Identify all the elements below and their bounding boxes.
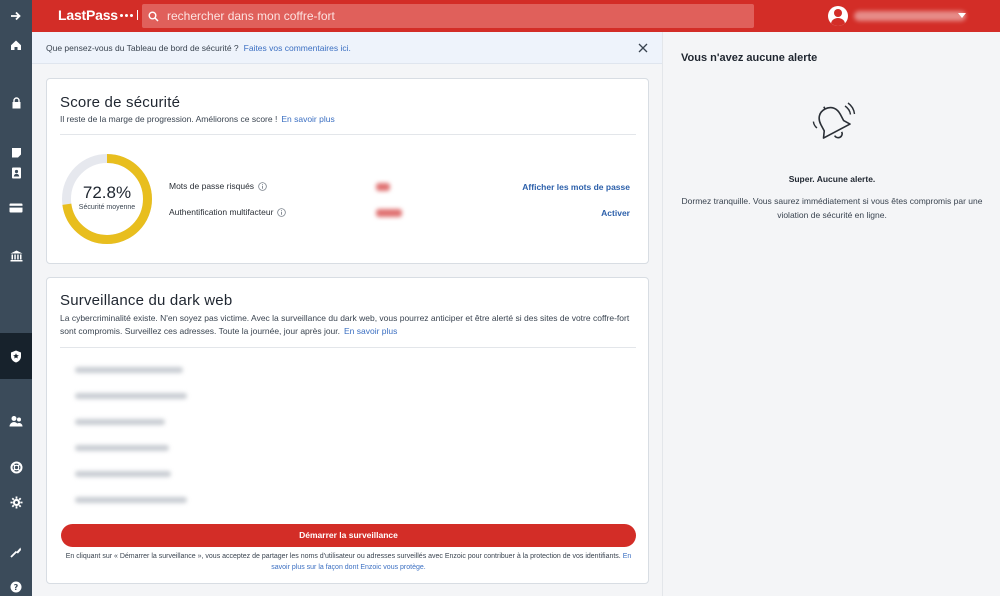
divider	[60, 347, 636, 348]
dark-web-description: La cybercriminalité existe. N'en soyez p…	[60, 312, 640, 338]
security-dashboard-icon	[11, 350, 21, 362]
search-input[interactable]	[167, 9, 727, 23]
help-icon	[10, 461, 22, 473]
info-icon[interactable]	[277, 207, 287, 217]
feedback-banner: Que pensez-vous du Tableau de bord de sé…	[32, 32, 662, 64]
avatar[interactable]	[828, 6, 848, 26]
search-bar[interactable]	[142, 4, 754, 28]
chevron-down-icon[interactable]	[958, 13, 966, 18]
dark-web-learn-more-link[interactable]: En savoir plus	[344, 326, 397, 336]
security-score-card: Score de sécurité Il reste de la marge d…	[46, 78, 649, 264]
top-bar: LastPass	[0, 0, 1000, 32]
sharing-icon	[9, 416, 23, 427]
sidebar-item-payment-cards[interactable]	[0, 195, 32, 221]
sidebar-item-bank-accounts[interactable]	[0, 243, 32, 269]
divider	[60, 134, 636, 135]
logo-dots-icon	[119, 10, 139, 20]
sidebar-item-sharing-center[interactable]	[0, 408, 32, 434]
brand-name: LastPass	[58, 7, 118, 23]
security-score-value: 72.8%	[82, 183, 132, 202]
sidebar-item-addresses[interactable]	[0, 160, 32, 186]
tools-icon	[10, 547, 21, 558]
monitored-email-redacted	[75, 419, 165, 425]
sidebar-item-passwords[interactable]	[0, 90, 32, 116]
lastpass-logo[interactable]: LastPass	[58, 7, 139, 23]
alerts-panel: Vous n'avez aucune alerte Super. Aucune …	[662, 32, 1000, 596]
address-icon	[11, 167, 21, 179]
sidebar-item-advanced-options[interactable]	[0, 539, 32, 565]
security-score-caption: Sécurité moyenne	[78, 204, 136, 211]
sidebar: ?	[0, 32, 32, 596]
alerts-title: Vous n'avez aucune alerte	[681, 52, 818, 64]
monitored-email-redacted	[75, 497, 187, 503]
monitoring-legal-notice: En cliquant sur « Démarrer la surveillan…	[61, 551, 636, 573]
search-icon	[148, 11, 159, 22]
close-icon[interactable]	[638, 43, 648, 53]
sidebar-item-help[interactable]: ?	[0, 574, 32, 596]
activate-mfa-link[interactable]: Activer	[601, 208, 630, 218]
user-email-redacted	[854, 11, 966, 21]
security-score-title: Score de sécurité	[60, 94, 181, 111]
note-icon	[11, 147, 21, 157]
main-content: Que pensez-vous du Tableau de bord de sé…	[32, 32, 662, 596]
monitored-email-redacted	[75, 445, 169, 451]
risky-passwords-label: Mots de passe risqués	[169, 181, 267, 191]
sidebar-item-security-dashboard[interactable]	[0, 333, 32, 379]
risky-passwords-text: Mots de passe risqués	[169, 181, 255, 191]
card-icon	[9, 203, 23, 213]
bank-icon	[10, 250, 22, 262]
feedback-link[interactable]: Faites vos commentaires ici.	[244, 43, 351, 53]
monitored-email-redacted	[75, 393, 187, 399]
mfa-text: Authentification multifacteur	[169, 207, 274, 217]
show-passwords-link[interactable]: Afficher les mots de passe	[522, 182, 630, 192]
svg-text:?: ?	[14, 583, 19, 592]
no-alerts-text: Dormez tranquille. Vous saurez immédiate…	[681, 196, 983, 220]
lock-icon	[12, 97, 20, 109]
dark-web-monitoring-card: Surveillance du dark web La cybercrimina…	[46, 277, 649, 584]
home-icon	[11, 40, 21, 50]
sidebar-item-emergency-access[interactable]	[0, 454, 32, 480]
no-alerts-headline: Super. Aucune alerte.	[788, 174, 876, 184]
monitored-email-redacted	[75, 471, 171, 477]
mfa-label: Authentification multifacteur	[169, 207, 287, 217]
collapse-menu-button[interactable]	[0, 0, 32, 32]
legal-text: En cliquant sur « Démarrer la surveillan…	[65, 553, 621, 560]
arrow-right-icon	[11, 11, 21, 21]
mfa-value-redacted	[376, 209, 402, 217]
sidebar-item-account-settings[interactable]	[0, 489, 32, 515]
start-monitoring-button[interactable]: Démarrer la surveillance	[61, 524, 636, 547]
security-score-subtitle: Il reste de la marge de progression. Amé…	[60, 113, 335, 126]
risky-passwords-value-redacted	[376, 183, 390, 191]
bell-icon	[812, 102, 856, 139]
info-icon[interactable]	[258, 181, 267, 191]
monitored-email-redacted	[75, 367, 183, 373]
score-subtitle-text: Il reste de la marge de progression. Amé…	[60, 114, 278, 124]
account-menu[interactable]	[828, 6, 966, 26]
feedback-text: Que pensez-vous du Tableau de bord de sé…	[46, 42, 239, 53]
question-icon: ?	[10, 581, 22, 593]
sidebar-item-all-items[interactable]	[0, 32, 32, 58]
score-learn-more-link[interactable]: En savoir plus	[281, 114, 334, 124]
settings-icon	[10, 496, 22, 508]
dark-web-title: Surveillance du dark web	[60, 292, 233, 309]
